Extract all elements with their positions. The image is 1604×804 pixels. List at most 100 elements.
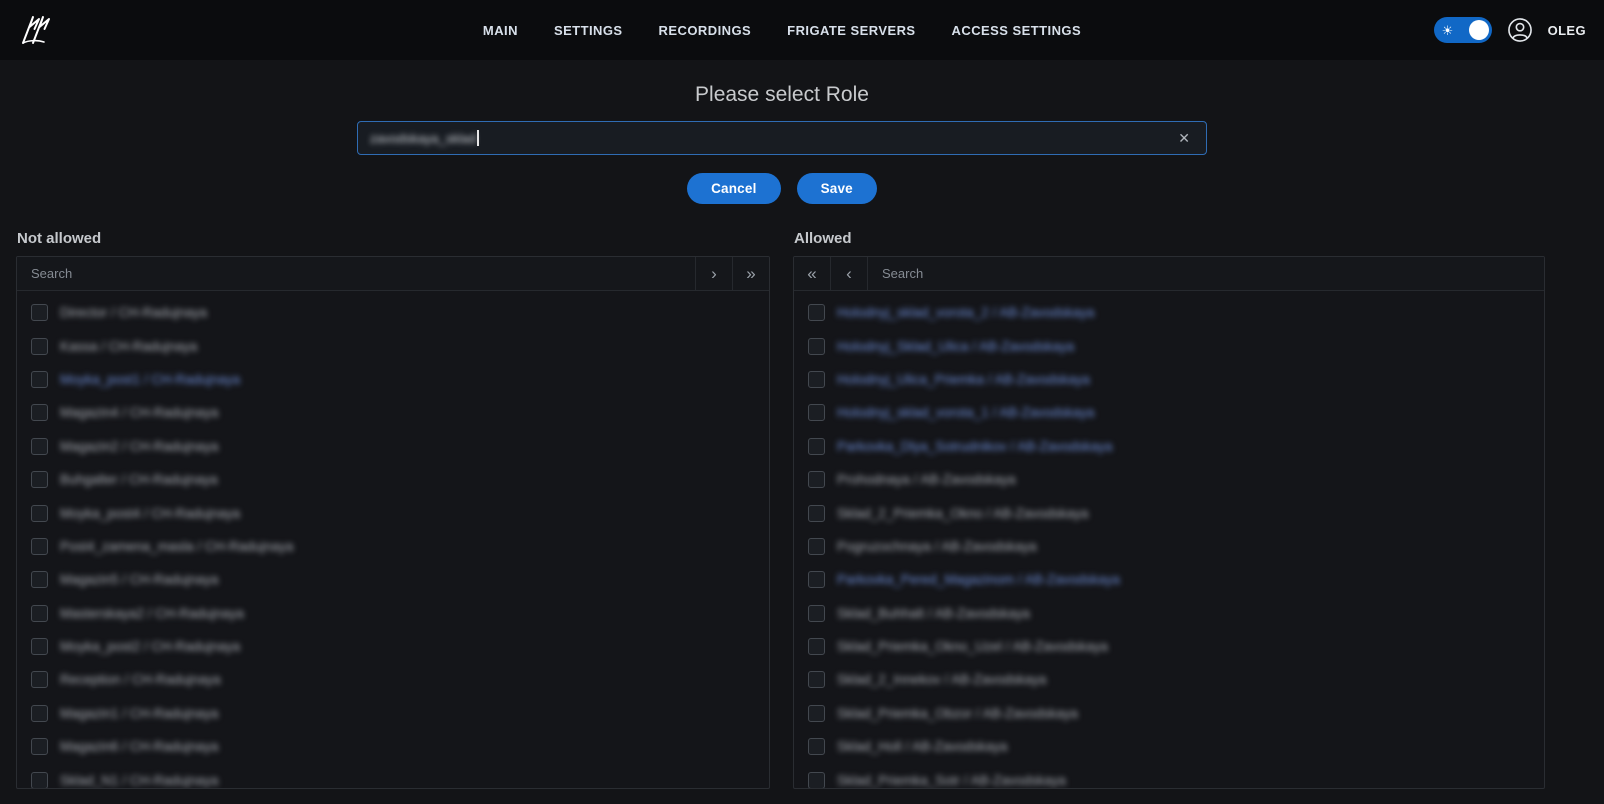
list-item[interactable]: Moyka_post1 / CH-Radujnaya	[17, 363, 769, 396]
save-button[interactable]: Save	[797, 173, 877, 204]
item-checkbox[interactable]	[31, 571, 48, 588]
item-label: Sklad_2_Priemka_Okno / AB-Zavodskaya	[837, 506, 1088, 521]
nav-link-frigate-servers[interactable]: FRIGATE SERVERS	[787, 23, 915, 38]
item-checkbox[interactable]	[31, 538, 48, 555]
item-checkbox[interactable]	[808, 338, 825, 355]
not-allowed-search-input[interactable]	[17, 257, 695, 290]
clear-input-icon[interactable]: ✕	[1174, 129, 1194, 147]
list-item[interactable]: Post4_zamena_masla / CH-Radujnaya	[17, 530, 769, 563]
item-checkbox[interactable]	[31, 371, 48, 388]
list-item[interactable]: Holodnyj_sklad_vorota_2 / AB-Zavodskaya	[794, 296, 1544, 329]
item-label: Director / CH-Radujnaya	[60, 305, 207, 320]
list-item[interactable]: Magazin4 / CH-Radujnaya	[17, 396, 769, 429]
nav-link-main[interactable]: MAIN	[483, 23, 518, 38]
item-label: Sklad_Buhhalt / AB-Zavodskaya	[837, 606, 1030, 621]
list-item[interactable]: Prohodnaya / AB-Zavodskaya	[794, 463, 1544, 496]
item-checkbox[interactable]	[31, 605, 48, 622]
item-label: Holodnyj_Ulica_Priemka / AB-Zavodskaya	[837, 372, 1090, 387]
item-checkbox[interactable]	[31, 772, 48, 788]
top-navbar: MAIN SETTINGS RECORDINGS FRIGATE SERVERS…	[0, 0, 1604, 60]
item-checkbox[interactable]	[808, 471, 825, 488]
item-checkbox[interactable]	[31, 338, 48, 355]
item-checkbox[interactable]	[31, 438, 48, 455]
item-checkbox[interactable]	[31, 471, 48, 488]
item-checkbox[interactable]	[31, 404, 48, 421]
move-left-icon[interactable]: ‹	[831, 257, 868, 290]
item-checkbox[interactable]	[808, 671, 825, 688]
item-label: Moyka_post2 / CH-Radujnaya	[60, 639, 240, 654]
list-item[interactable]: Magazin1 / CH-Radujnaya	[17, 697, 769, 730]
list-item[interactable]: Magazin2 / CH-Radujnaya	[17, 430, 769, 463]
list-item[interactable]: Moyka_post2 / CH-Radujnaya	[17, 630, 769, 663]
item-checkbox[interactable]	[808, 538, 825, 555]
role-input-value: zavodskaya_sklad	[370, 131, 476, 146]
allowed-search-input[interactable]	[868, 257, 1544, 290]
list-item[interactable]: Sklad_2_Innekov / AB-Zavodskaya	[794, 663, 1544, 696]
item-checkbox[interactable]	[808, 304, 825, 321]
item-checkbox[interactable]	[31, 705, 48, 722]
item-checkbox[interactable]	[31, 304, 48, 321]
username-label[interactable]: OLEG	[1548, 23, 1586, 38]
not-allowed-panel: › » Director / CH-Radujnaya Kassa / CH-R…	[16, 256, 770, 789]
app-logo-icon[interactable]	[18, 12, 58, 48]
theme-toggle[interactable]: ☀	[1434, 17, 1492, 43]
cancel-button[interactable]: Cancel	[687, 173, 780, 204]
item-checkbox[interactable]	[808, 738, 825, 755]
list-item[interactable]: Masterskaya2 / CH-Radujnaya	[17, 597, 769, 630]
list-item[interactable]: Moyka_post4 / CH-Radujnaya	[17, 496, 769, 529]
list-item[interactable]: Sklad_Buhhalt / AB-Zavodskaya	[794, 597, 1544, 630]
not-allowed-header: › »	[17, 257, 769, 291]
item-checkbox[interactable]	[808, 371, 825, 388]
list-item[interactable]: Sklad_Priemka_Obzor / AB-Zavodskaya	[794, 697, 1544, 730]
list-item[interactable]: Pogruzochnaya / AB-Zavodskaya	[794, 530, 1544, 563]
list-item[interactable]: Holodnyj_Ulica_Priemka / AB-Zavodskaya	[794, 363, 1544, 396]
list-item[interactable]: Buhgalter / CH-Radujnaya	[17, 463, 769, 496]
item-label: Post4_zamena_masla / CH-Radujnaya	[60, 539, 293, 554]
list-item[interactable]: Sklad_Priemka_Okno_Uzel / AB-Zavodskaya	[794, 630, 1544, 663]
item-label: Sklad_Priemka_Sotr / AB-Zavodskaya	[837, 773, 1066, 788]
item-label: Parkovka_Pered_Magazinom / AB-Zavodskaya	[837, 572, 1120, 587]
nav-link-settings[interactable]: SETTINGS	[554, 23, 623, 38]
item-checkbox[interactable]	[31, 671, 48, 688]
item-checkbox[interactable]	[808, 571, 825, 588]
item-checkbox[interactable]	[808, 605, 825, 622]
item-checkbox[interactable]	[31, 638, 48, 655]
list-item[interactable]: Holodnyj_sklad_vorota_1 / AB-Zavodskaya	[794, 396, 1544, 429]
item-label: Magazin4 / CH-Radujnaya	[60, 405, 218, 420]
list-item[interactable]: Reception / CH-Radujnaya	[17, 663, 769, 696]
move-right-icon[interactable]: ›	[695, 257, 732, 290]
role-name-input[interactable]: zavodskaya_sklad ✕	[357, 121, 1207, 155]
user-avatar-icon[interactable]	[1507, 17, 1533, 43]
list-item[interactable]: Magazin5 / CH-Radujnaya	[17, 563, 769, 596]
item-checkbox[interactable]	[31, 738, 48, 755]
item-label: Sklad_N1 / CH-Radujnaya	[60, 773, 218, 788]
list-item[interactable]: Parkovka_Dlya_Sotrudnikov / AB-Zavodskay…	[794, 430, 1544, 463]
move-all-right-icon[interactable]: »	[732, 257, 769, 290]
not-allowed-list[interactable]: Director / CH-Radujnaya Kassa / CH-Raduj…	[17, 291, 769, 788]
transfer-panels: Not allowed › » Director / CH-Radujnaya	[0, 230, 1604, 789]
list-item[interactable]: Director / CH-Radujnaya	[17, 296, 769, 329]
list-item[interactable]: Sklad_Holl / AB-Zavodskaya	[794, 730, 1544, 763]
allowed-list[interactable]: Holodnyj_sklad_vorota_2 / AB-Zavodskaya …	[794, 291, 1544, 788]
list-item[interactable]: Sklad_2_Priemka_Okno / AB-Zavodskaya	[794, 496, 1544, 529]
move-all-left-icon[interactable]: «	[794, 257, 831, 290]
list-item[interactable]: Holodnyj_Sklad_Ulica / AB-Zavodskaya	[794, 329, 1544, 362]
not-allowed-section: Not allowed › » Director / CH-Radujnaya	[16, 230, 770, 789]
nav-link-recordings[interactable]: RECORDINGS	[659, 23, 752, 38]
item-checkbox[interactable]	[31, 505, 48, 522]
main-content: Please select Role zavodskaya_sklad ✕ Ca…	[0, 83, 1604, 789]
item-checkbox[interactable]	[808, 505, 825, 522]
item-checkbox[interactable]	[808, 638, 825, 655]
item-label: Prohodnaya / AB-Zavodskaya	[837, 472, 1016, 487]
item-checkbox[interactable]	[808, 705, 825, 722]
list-item[interactable]: Parkovka_Pered_Magazinom / AB-Zavodskaya	[794, 563, 1544, 596]
nav-link-access-settings[interactable]: ACCESS SETTINGS	[952, 23, 1082, 38]
list-item[interactable]: Kassa / CH-Radujnaya	[17, 329, 769, 362]
item-checkbox[interactable]	[808, 772, 825, 788]
item-checkbox[interactable]	[808, 404, 825, 421]
item-checkbox[interactable]	[808, 438, 825, 455]
item-label: Moyka_post4 / CH-Radujnaya	[60, 506, 240, 521]
list-item[interactable]: Sklad_N1 / CH-Radujnaya	[17, 763, 769, 788]
list-item[interactable]: Magazin6 / CH-Radujnaya	[17, 730, 769, 763]
list-item[interactable]: Sklad_Priemka_Sotr / AB-Zavodskaya	[794, 763, 1544, 788]
